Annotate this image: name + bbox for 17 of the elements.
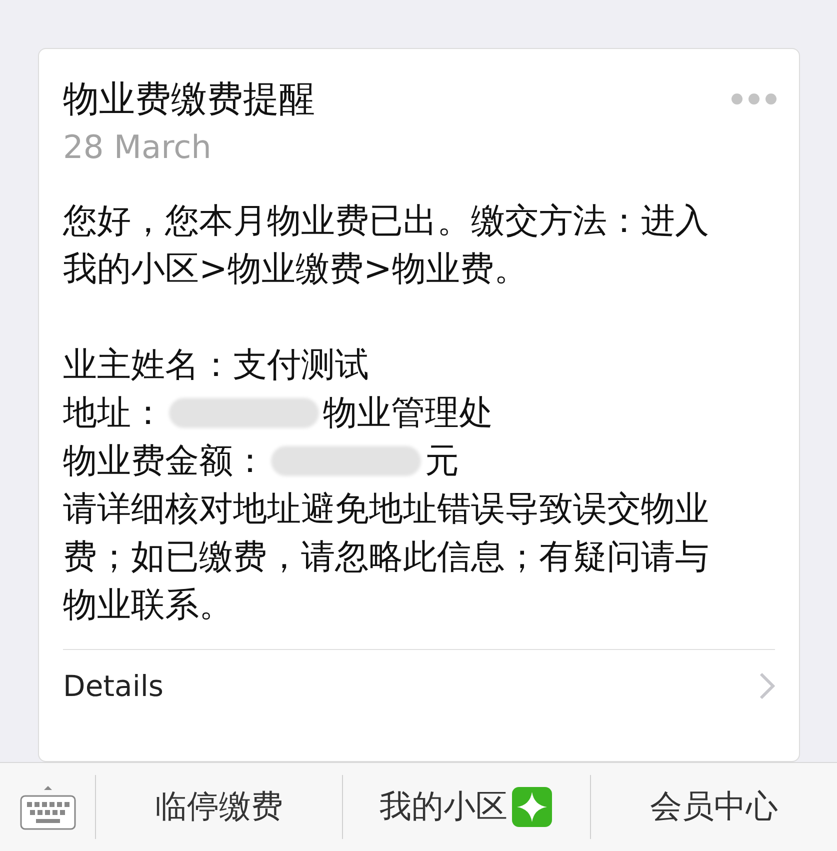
field-label: 业主姓名： [63,344,233,387]
field-value: 支付测试 [233,344,369,387]
field-value: 物业管理处 [323,392,493,435]
menu-item[interactable]: 我的小区 [343,775,591,839]
message-date: 28 March [63,127,212,168]
details-link[interactable]: Details [63,650,775,722]
field-label: 地址： [63,392,165,435]
greeting-text: 您好，您本月物业费已出。缴交方法：进入我的小区>物业缴费>物业费。 [63,200,710,291]
chevron-right-icon [759,672,775,700]
field-label: 物业费金额： [63,440,267,483]
sparkle-icon [511,786,554,828]
keyboard-icon[interactable] [20,784,76,830]
notice-text: 请详细核对地址避免地址错误导致误交物业费；如已缴费，请忽略此信息；有疑问请与物业联系。 [63,488,710,627]
field-value: 元 [425,440,459,483]
message-title: 物业费缴费提醒 [63,78,315,122]
menu-item[interactable]: 会员中心 [590,775,837,839]
menu-item[interactable]: 临停缴费 [96,775,344,839]
